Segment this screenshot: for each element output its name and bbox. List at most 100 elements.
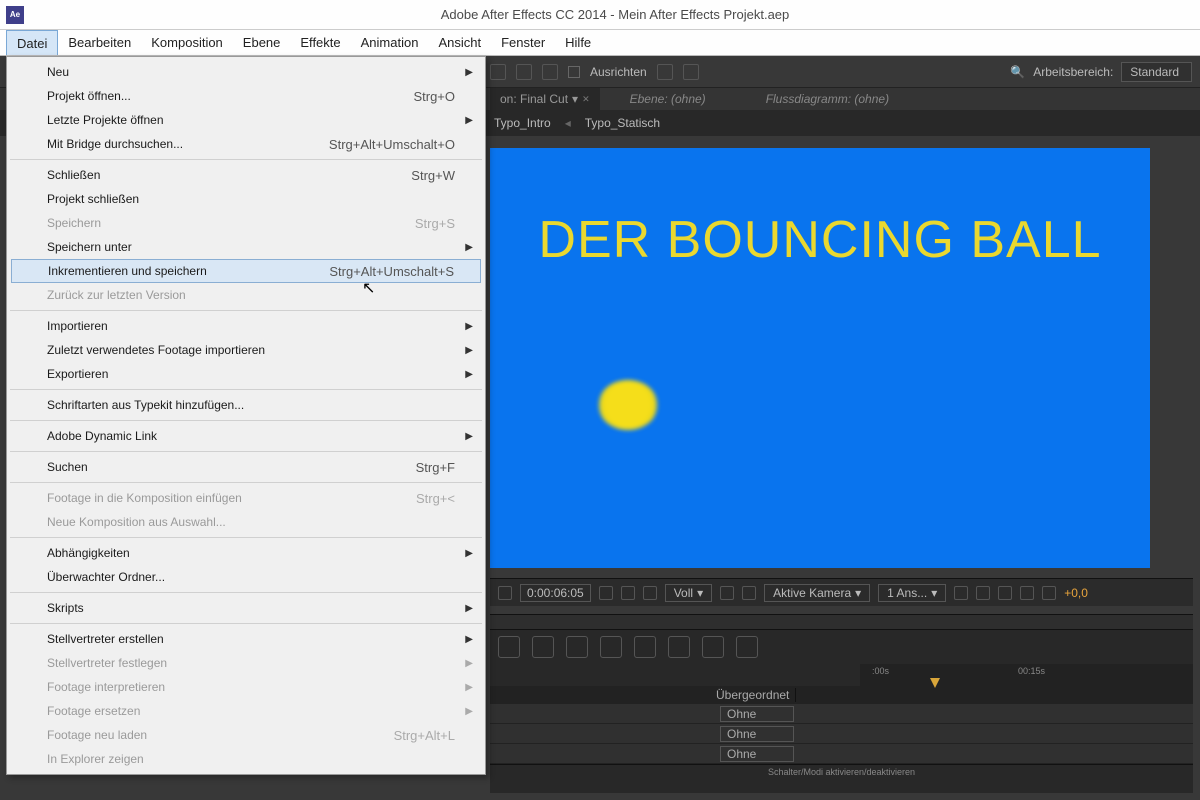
menu-item: In Explorer zeigen (9, 747, 483, 771)
layer-track[interactable]: Ohne (490, 744, 1193, 764)
menu-separator (10, 310, 482, 311)
transparency-icon[interactable] (742, 586, 756, 600)
color-icon[interactable] (643, 586, 657, 600)
tab-composition[interactable]: on: Final Cut▾✕ (490, 88, 600, 110)
workspace-select[interactable]: Standard (1121, 62, 1192, 82)
menu-effekte[interactable]: Effekte (290, 30, 350, 55)
menu-item[interactable]: Neu▶ (9, 60, 483, 84)
app-logo: Ae (6, 6, 24, 24)
menu-separator (10, 389, 482, 390)
search-icon[interactable]: 🔍 (1010, 65, 1025, 79)
align-checkbox[interactable] (568, 66, 580, 78)
exposure-value[interactable]: +0,0 (1064, 586, 1088, 600)
tool-icon[interactable] (683, 64, 699, 80)
channel-icon[interactable] (621, 586, 635, 600)
snapshot-icon[interactable] (599, 586, 613, 600)
submenu-arrow-icon: ▶ (465, 431, 473, 442)
menu-ansicht[interactable]: Ansicht (428, 30, 491, 55)
menu-item: Footage interpretieren▶ (9, 675, 483, 699)
timeline-tool-icon[interactable] (668, 636, 690, 658)
menu-item-label: Schließen (47, 168, 411, 182)
timeline-tool-icon[interactable] (532, 636, 554, 658)
menu-item-label: Importieren (47, 319, 455, 333)
render-icon[interactable] (1042, 586, 1056, 600)
dropdown-icon[interactable]: ▾ (572, 92, 578, 106)
timeline-tool-icon[interactable] (498, 636, 520, 658)
menu-item[interactable]: Überwachter Ordner... (9, 565, 483, 589)
menu-datei[interactable]: Datei (6, 30, 58, 55)
menu-separator (10, 482, 482, 483)
menu-item-label: Mit Bridge durchsuchen... (47, 137, 329, 151)
menu-animation[interactable]: Animation (351, 30, 429, 55)
roi-icon[interactable] (720, 586, 734, 600)
camera-select[interactable]: Aktive Kamera▾ (764, 584, 870, 602)
current-time[interactable]: 0:00:06:05 (520, 584, 591, 602)
menu-komposition[interactable]: Komposition (141, 30, 233, 55)
menu-item[interactable]: Projekt öffnen...Strg+O (9, 84, 483, 108)
menu-item[interactable]: Abhängigkeiten▶ (9, 541, 483, 565)
timeline-tool-icon[interactable] (566, 636, 588, 658)
grid-icon[interactable] (954, 586, 968, 600)
menu-item-label: Schriftarten aus Typekit hinzufügen... (47, 398, 455, 412)
menu-item-label: In Explorer zeigen (47, 752, 455, 766)
menu-separator (10, 420, 482, 421)
close-icon[interactable]: ✕ (582, 94, 590, 105)
menu-item[interactable]: Mit Bridge durchsuchen...Strg+Alt+Umscha… (9, 132, 483, 156)
window-title: Adobe After Effects CC 2014 - Mein After… (30, 7, 1200, 22)
switches-toggle[interactable]: Schalter/Modi aktivieren/deaktivieren (490, 764, 1193, 780)
menu-item-shortcut: Strg+Alt+Umschalt+O (329, 137, 455, 152)
composition-viewer[interactable]: DER BOUNCING BALL (490, 148, 1150, 568)
menu-item[interactable]: Stellvertreter erstellen▶ (9, 627, 483, 651)
menu-ebene[interactable]: Ebene (233, 30, 291, 55)
parent-select[interactable]: Ohne (720, 706, 794, 722)
graph-editor-icon[interactable] (634, 636, 656, 658)
panel-divider[interactable] (490, 614, 1193, 630)
time-ruler[interactable]: :00s 00:15s (860, 664, 1193, 686)
menu-item-label: Footage in die Komposition einfügen (47, 491, 416, 505)
mask-icon[interactable] (976, 586, 990, 600)
3d-icon[interactable] (1020, 586, 1034, 600)
preview-headline: DER BOUNCING BALL (538, 210, 1101, 270)
menu-item[interactable]: Adobe Dynamic Link▶ (9, 424, 483, 448)
tool-icon[interactable] (542, 64, 558, 80)
motion-blur-icon[interactable] (702, 636, 724, 658)
menu-fenster[interactable]: Fenster (491, 30, 555, 55)
parent-select[interactable]: Ohne (720, 726, 794, 742)
menu-item[interactable]: Schriftarten aus Typekit hinzufügen... (9, 393, 483, 417)
layer-track[interactable]: Ohne (490, 724, 1193, 744)
layer-track[interactable]: Ohne (490, 704, 1193, 724)
menu-item[interactable]: Exportieren▶ (9, 362, 483, 386)
menu-item-label: Inkrementieren und speichern (48, 264, 329, 278)
menu-item[interactable]: SchließenStrg+W (9, 163, 483, 187)
magnify-icon[interactable] (498, 586, 512, 600)
menu-item[interactable]: Letzte Projekte öffnen▶ (9, 108, 483, 132)
crumb-item[interactable]: Typo_Intro (494, 116, 551, 130)
menu-item[interactable]: Speichern unter▶ (9, 235, 483, 259)
menu-item[interactable]: SuchenStrg+F (9, 455, 483, 479)
menu-item[interactable]: Skripts▶ (9, 596, 483, 620)
menu-item[interactable]: Inkrementieren und speichernStrg+Alt+Ums… (11, 259, 481, 283)
timeline-tool-icon[interactable] (600, 636, 622, 658)
menu-item[interactable]: Importieren▶ (9, 314, 483, 338)
menu-item-label: Stellvertreter festlegen (47, 656, 455, 670)
menu-bearbeiten[interactable]: Bearbeiten (58, 30, 141, 55)
timeline-tool-icon[interactable] (736, 636, 758, 658)
parent-select[interactable]: Ohne (720, 746, 794, 762)
menu-item-shortcut: Strg+Alt+Umschalt+S (329, 264, 454, 279)
menu-item-label: Footage interpretieren (47, 680, 455, 694)
tab-layer[interactable]: Ebene: (ohne) (600, 92, 736, 106)
tool-icon[interactable] (490, 64, 506, 80)
menu-item[interactable]: Zuletzt verwendetes Footage importieren▶ (9, 338, 483, 362)
crumb-item[interactable]: Typo_Statisch (585, 116, 660, 130)
menu-item: Neue Komposition aus Auswahl... (9, 510, 483, 534)
timecode-icon[interactable] (998, 586, 1012, 600)
view-count-select[interactable]: 1 Ans...▾ (878, 584, 946, 602)
menu-hilfe[interactable]: Hilfe (555, 30, 601, 55)
resolution-select[interactable]: Voll▾ (665, 584, 712, 602)
snap-icon[interactable] (657, 64, 673, 80)
tab-flowchart[interactable]: Flussdiagramm: (ohne) (736, 92, 919, 106)
ruler-tick: 00:15s (1018, 666, 1045, 676)
tool-icon[interactable] (516, 64, 532, 80)
submenu-arrow-icon: ▶ (465, 603, 473, 614)
menu-item[interactable]: Projekt schließen (9, 187, 483, 211)
